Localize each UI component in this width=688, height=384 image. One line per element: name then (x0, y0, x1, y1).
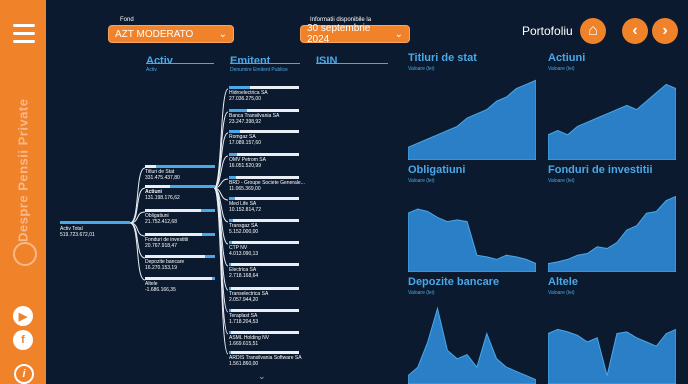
emitent-bar[interactable] (229, 263, 232, 266)
emitent-value: 27.036.275,00 (229, 96, 261, 102)
area-series (548, 83, 676, 160)
scroll-down-icon[interactable]: ⌄ (258, 372, 266, 381)
emitent-bar-bg (229, 309, 299, 312)
emitent-bar-bg (229, 153, 299, 156)
asset-bar[interactable] (202, 233, 215, 236)
emitent-bar[interactable] (229, 241, 232, 244)
emitent-value: 1.669.615,51 (229, 341, 259, 347)
panel-area-chart[interactable] (548, 76, 676, 160)
asset-bar-bg (145, 277, 215, 280)
panel-subtitle: Valoare (lei) (548, 178, 575, 184)
emitent-bar[interactable] (229, 176, 236, 179)
emitent-value: 5.152.000,00 (229, 229, 259, 235)
asset-bar[interactable] (155, 165, 215, 168)
emitent-node[interactable]: OMV Petrom SA 16.051.520,99 (229, 157, 266, 169)
emitent-node[interactable]: ARDIS Transilvania Software SA 1.561.860,… (229, 355, 302, 367)
emitent-bar-bg (229, 176, 299, 179)
emitent-node[interactable]: Teraplast SA 1.718.204,53 (229, 313, 258, 325)
panel-subtitle: Valoare (lei) (548, 290, 575, 296)
asset-value: -1.686.166,35 (145, 287, 176, 293)
emitent-node[interactable]: BRD - Groupe Societe Generale... 11.065.3… (229, 180, 305, 192)
emitent-node[interactable]: Electrica SA 2.718.168,64 (229, 267, 258, 279)
emitent-bar-bg (229, 130, 299, 133)
emitent-bar[interactable] (229, 331, 232, 334)
panel-area-chart[interactable] (548, 188, 676, 272)
panel-area-chart[interactable] (408, 188, 536, 272)
area-series (408, 79, 536, 160)
panel-title: Depozite bancare (408, 276, 500, 288)
panel-subtitle: Valoare (lei) (408, 178, 435, 184)
asset-value: 331.475.437,80 (145, 175, 180, 181)
area-series (548, 328, 676, 384)
asset-value: 20.767.918,47 (145, 243, 177, 249)
asset-value: 131.198.176,62 (145, 195, 180, 201)
emitent-node[interactable]: Banca Transilvania SA 23.247.398,92 (229, 113, 279, 125)
emitent-bar-bg (229, 287, 299, 290)
root-node[interactable]: Activ Total 519.723.672,01 (60, 226, 95, 238)
panel-area-chart[interactable] (548, 300, 676, 384)
panel-subtitle: Valoare (lei) (408, 290, 435, 296)
panel-subtitle: Valoare (lei) (548, 66, 575, 72)
emitent-value: 10.152.814,72 (229, 207, 261, 213)
panel-title: Obligatiuni (408, 164, 466, 176)
emitent-bar-bg (229, 351, 299, 354)
area-series (548, 195, 676, 272)
emitent-value: 1.718.204,53 (229, 319, 259, 325)
emitent-value: 4.013.090,13 (229, 251, 259, 257)
emitent-node[interactable]: CTP NV 4.013.090,13 (229, 245, 258, 257)
emitent-bar-bg (229, 263, 299, 266)
emitent-bar[interactable] (229, 130, 240, 133)
emitent-bar-bg (229, 219, 299, 222)
emitent-bar-bg (229, 241, 299, 244)
area-series (408, 306, 536, 384)
emitent-bar-bg (229, 331, 299, 334)
panel-title: Titluri de stat (408, 52, 477, 64)
area-series (408, 208, 536, 272)
emitent-bar[interactable] (229, 219, 233, 222)
asset-node[interactable]: Depozite bancare 16.270.153,19 (145, 259, 184, 271)
root-value: 519.723.672,01 (60, 232, 95, 238)
emitent-bar[interactable] (229, 86, 250, 89)
asset-node[interactable]: Altele -1.686.166,35 (145, 281, 176, 293)
emitent-node[interactable]: Transgaz SA 5.152.000,00 (229, 223, 258, 235)
emitent-bar[interactable] (229, 309, 232, 312)
panel-subtitle: Valoare (lei) (408, 66, 435, 72)
emitent-value: 2.057.944,20 (229, 297, 259, 303)
asset-node[interactable]: Titluri de Stat 331.475.437,80 (145, 169, 180, 181)
panel-area-chart[interactable] (408, 300, 536, 384)
root-bar[interactable] (60, 221, 130, 224)
panel-title: Fonduri de investitii (548, 164, 653, 176)
emitent-bar[interactable] (229, 153, 238, 156)
emitent-node[interactable]: Transelectrica SA 2.057.944,20 (229, 291, 268, 303)
emitent-bar-bg (229, 197, 299, 200)
emitent-value: 1.561.860,00 (229, 361, 259, 367)
emitent-bar[interactable] (229, 351, 232, 354)
emitent-node[interactable]: Med Life SA 10.152.814,72 (229, 201, 261, 213)
emitent-bar[interactable] (229, 109, 247, 112)
panel-area-chart[interactable] (408, 76, 536, 160)
emitent-value: 23.247.398,92 (229, 119, 261, 125)
asset-node[interactable]: Fonduri de investitii 20.767.918,47 (145, 237, 188, 249)
emitent-bar[interactable] (229, 287, 232, 290)
panel-title: Altele (548, 276, 578, 288)
emitent-node[interactable]: Romgaz SA 17.089.157,60 (229, 134, 261, 146)
asset-bar[interactable] (201, 209, 215, 212)
asset-bar[interactable] (204, 255, 215, 258)
emitent-bar[interactable] (229, 197, 235, 200)
asset-value: 21.752.412,68 (145, 219, 177, 225)
asset-bar[interactable] (169, 185, 215, 188)
asset-node[interactable]: Actiuni 131.198.176,62 (145, 189, 180, 201)
emitent-value: 2.718.168,64 (229, 273, 259, 279)
panel-title: Actiuni (548, 52, 586, 64)
emitent-node[interactable]: Hidroelectrica SA 27.036.275,00 (229, 90, 268, 102)
emitent-value: 17.089.157,60 (229, 140, 261, 146)
emitent-node[interactable]: ASML Holding NV 1.669.615,51 (229, 335, 269, 347)
asset-bar[interactable] (211, 277, 215, 280)
emitent-value: 16.051.520,99 (229, 163, 261, 169)
asset-node[interactable]: Obligatiuni 21.752.412,68 (145, 213, 177, 225)
asset-value: 16.270.153,19 (145, 265, 177, 271)
emitent-value: 11.065.369,00 (229, 186, 261, 192)
